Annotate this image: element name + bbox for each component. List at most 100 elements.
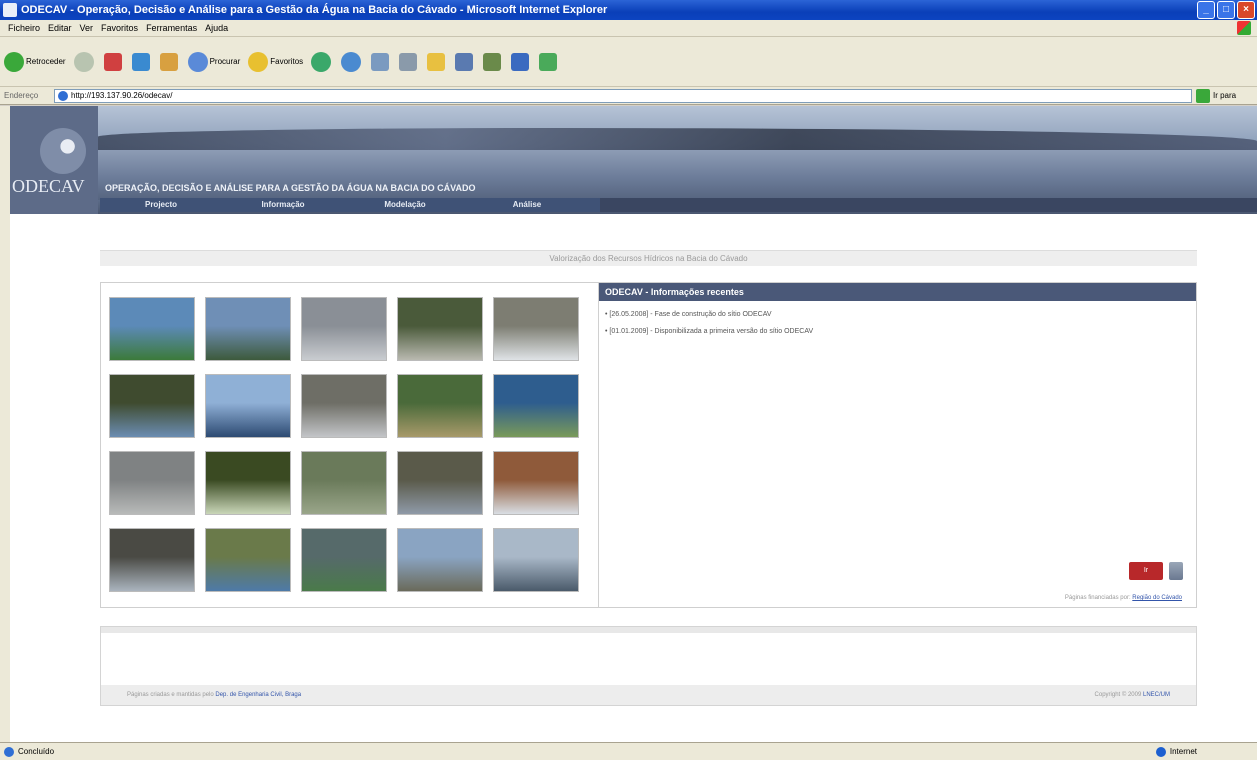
messenger-icon [539, 52, 558, 71]
news-go-button[interactable]: Ir [1129, 562, 1163, 580]
menu-help[interactable]: Ajuda [205, 23, 228, 33]
gallery-thumbnail[interactable] [301, 451, 387, 515]
nav-informacao[interactable]: Informação [222, 198, 344, 212]
forward-button[interactable] [73, 51, 96, 72]
menu-edit[interactable]: Editar [48, 23, 72, 33]
address-url: http://193.137.90.26/odecav/ [71, 91, 173, 100]
minimize-button[interactable]: _ [1197, 1, 1215, 19]
research-icon [511, 52, 530, 71]
funding-link[interactable]: Região do Cávado [1132, 595, 1182, 601]
history-button[interactable] [341, 51, 363, 72]
funding-label: Páginas financiadas por: [1064, 595, 1131, 601]
discuss-button[interactable] [483, 52, 503, 71]
page-footer: Páginas criadas e mantidas pelo Dep. de … [100, 626, 1197, 706]
folder-icon [427, 52, 446, 71]
stop-button[interactable] [103, 52, 124, 71]
research-button[interactable] [511, 52, 531, 71]
site-tagline: OPERAÇÃO, DECISÃO E ANÁLISE PARA A GESTÃ… [105, 183, 476, 193]
site-logo-text[interactable]: ODECAV [12, 176, 85, 197]
gallery-thumbnail[interactable] [205, 297, 291, 361]
nav-filler [600, 198, 1257, 212]
media-icon [311, 51, 332, 72]
window-title: ODECAV - Operação, Decisão e Análise par… [21, 4, 608, 16]
edit-button[interactable] [455, 52, 475, 71]
print-button[interactable] [399, 52, 419, 71]
nav-projecto[interactable]: Projecto [100, 198, 222, 212]
folder-button[interactable] [427, 52, 447, 71]
menu-view[interactable]: Ver [80, 23, 94, 33]
mail-button[interactable] [371, 52, 391, 71]
media-button[interactable] [311, 51, 333, 72]
site-nav: Projecto Informação Modelação Análise [100, 198, 600, 212]
windows-logo-icon [1237, 21, 1251, 35]
home-icon [159, 52, 178, 71]
gallery-thumbnail[interactable] [205, 374, 291, 438]
close-button[interactable]: × [1237, 1, 1255, 19]
address-bar: Endereço http://193.137.90.26/odecav/ Ir… [0, 87, 1257, 105]
window-left-border [0, 106, 10, 742]
search-label: Procurar [209, 57, 241, 66]
main-panel: ODECAV - Informações recentes • [26.05.2… [100, 282, 1197, 608]
nav-analise[interactable]: Análise [466, 198, 588, 212]
forward-arrow-icon [73, 51, 94, 72]
favorites-button[interactable]: Favoritos [248, 51, 303, 72]
page-subtitle: Valorização dos Recursos Hídricos na Bac… [100, 250, 1197, 266]
go-label: Ir para [1213, 91, 1237, 100]
edit-icon [455, 52, 474, 71]
gallery-thumbnail[interactable] [301, 297, 387, 361]
home-button[interactable] [159, 52, 180, 71]
go-arrow-icon [1196, 88, 1210, 103]
menu-tools[interactable]: Ferramentas [146, 23, 197, 33]
messenger-button[interactable] [539, 52, 559, 71]
gallery-thumbnail[interactable] [301, 528, 387, 592]
maximize-button[interactable]: □ [1217, 1, 1235, 19]
news-item: • [01.01.2009] - Disponibilizada a prime… [605, 328, 814, 335]
web-page: ODECAV OPERAÇÃO, DECISÃO E ANÁLISE PARA … [10, 106, 1257, 742]
news-footer: Páginas financiadas por: Região do Cávad… [1065, 595, 1182, 601]
gallery-thumbnail[interactable] [493, 374, 579, 438]
refresh-icon [131, 52, 150, 71]
gallery-thumbnail[interactable] [493, 297, 579, 361]
address-input[interactable]: http://193.137.90.26/odecav/ [54, 88, 1192, 103]
refresh-button[interactable] [131, 52, 152, 71]
search-button[interactable]: Procurar [187, 51, 241, 72]
menu-file[interactable]: Ficheiro [8, 23, 40, 33]
status-bar: Concluído Internet [0, 742, 1257, 760]
security-zone: Internet [1155, 746, 1197, 757]
window-title-bar: ODECAV - Operação, Decisão e Análise par… [0, 0, 1257, 20]
star-icon [248, 51, 269, 72]
search-icon [187, 51, 208, 72]
back-label: Retroceder [26, 57, 66, 66]
gallery-thumbnail[interactable] [205, 528, 291, 592]
gallery-thumbnail[interactable] [397, 374, 483, 438]
document-icon[interactable] [1169, 562, 1183, 580]
footer-copyright: Copyright © 2009 LNEC/UM [1095, 692, 1170, 698]
news-panel: ODECAV - Informações recentes • [26.05.2… [599, 283, 1196, 607]
gallery-thumbnail[interactable] [397, 297, 483, 361]
footer-credits-link[interactable]: Dep. de Engenharia Civil, Braga [215, 692, 301, 698]
gallery-thumbnail[interactable] [397, 451, 483, 515]
nav-modelacao[interactable]: Modelação [344, 198, 466, 212]
copyright-link[interactable]: LNEC/UM [1143, 692, 1170, 698]
globe-icon [1155, 746, 1166, 757]
site-banner: ODECAV OPERAÇÃO, DECISÃO E ANÁLISE PARA … [10, 106, 1257, 214]
page-icon [58, 90, 68, 101]
stop-icon [103, 52, 122, 71]
footer-bar: Páginas criadas e mantidas pelo Dep. de … [101, 685, 1196, 705]
gallery-thumbnail[interactable] [109, 528, 195, 592]
gallery-thumbnail[interactable] [397, 528, 483, 592]
gallery-thumbnail[interactable] [301, 374, 387, 438]
gallery-thumbnail[interactable] [109, 451, 195, 515]
menu-favorites[interactable]: Favoritos [101, 23, 138, 33]
zone-label: Internet [1169, 747, 1197, 756]
copyright-text: Copyright © 2009 [1094, 692, 1142, 698]
gallery-thumbnail[interactable] [109, 374, 195, 438]
gallery-thumbnail[interactable] [493, 528, 579, 592]
gallery-thumbnail[interactable] [205, 451, 291, 515]
address-label: Endereço [4, 91, 39, 100]
gallery-thumbnail[interactable] [493, 451, 579, 515]
menu-bar: Ficheiro Editar Ver Favoritos Ferramenta… [0, 20, 1257, 37]
go-button[interactable]: Ir para [1196, 88, 1237, 103]
gallery-thumbnail[interactable] [109, 297, 195, 361]
back-button[interactable]: Retroceder [4, 51, 66, 72]
